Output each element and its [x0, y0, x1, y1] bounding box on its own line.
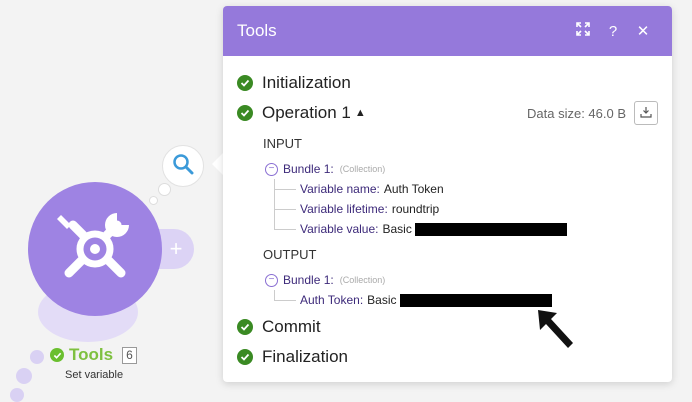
item-key: Variable value: — [300, 222, 379, 236]
item-value: Basic — [367, 293, 397, 307]
bundle-type: (Collection) — [339, 164, 386, 174]
module-name: Tools — [69, 345, 114, 364]
list-item: Variable lifetime: roundtrip — [274, 199, 658, 219]
help-icon: ? — [608, 22, 618, 40]
tools-icon — [47, 199, 143, 300]
expand-icon — [576, 22, 590, 40]
operation-label: Finalization — [262, 347, 348, 366]
operation-1[interactable]: Operation 1 ▲ Data size: 46.0 B — [237, 98, 658, 128]
execution-inspector-panel: Tools ? ✕ Initialization Operation 1 ▲ D… — [223, 6, 672, 382]
collapse-icon[interactable]: − — [265, 273, 278, 287]
item-value: Auth Token — [383, 182, 444, 196]
bundle-type: (Collection) — [339, 275, 386, 285]
close-icon: ✕ — [636, 23, 650, 40]
item-value: Basic — [382, 222, 412, 236]
list-item: Variable value: Basic — [274, 219, 658, 239]
item-key: Auth Token: — [300, 293, 364, 307]
operation-label: Commit — [262, 317, 321, 336]
check-icon — [237, 105, 253, 121]
bundle-items: Variable name: Auth Token Variable lifet… — [274, 179, 658, 239]
list-item: Auth Token: Basic — [274, 290, 658, 310]
module-subtitle: Set variable — [65, 369, 124, 381]
module-id-badge: 6 — [122, 346, 137, 364]
input-section-title: INPUT — [263, 136, 302, 151]
check-icon — [237, 319, 253, 335]
operation-initialization[interactable]: Initialization — [237, 68, 658, 98]
check-icon — [237, 75, 253, 91]
inspect-bubble[interactable] — [162, 145, 204, 187]
connector-dot — [16, 368, 32, 384]
bundle-header[interactable]: − Bundle 1: (Collection) — [265, 159, 658, 179]
input-bundle: − Bundle 1: (Collection) Variable name: … — [265, 159, 658, 239]
item-key: Variable lifetime: — [300, 202, 388, 216]
bundle-label: Bundle 1: — [283, 273, 334, 287]
connector-dot — [10, 388, 24, 402]
panel-body: Initialization Operation 1 ▲ Data size: … — [223, 56, 672, 372]
tools-module[interactable] — [28, 182, 162, 316]
expand-button[interactable] — [568, 16, 598, 46]
connector-dot — [30, 350, 44, 364]
redaction-bar — [399, 293, 552, 307]
download-button[interactable] — [634, 101, 658, 125]
list-item: Variable name: Auth Token — [274, 179, 658, 199]
bubble-dot — [149, 196, 158, 205]
output-bundle: − Bundle 1: (Collection) Auth Token: Bas… — [265, 270, 658, 310]
module-label: Tools 6 — [50, 345, 137, 365]
download-icon — [640, 103, 652, 123]
close-button[interactable]: ✕ — [628, 16, 658, 46]
item-value: roundtrip — [391, 202, 440, 216]
bundle-items: Auth Token: Basic — [274, 290, 658, 310]
operation-label: Initialization — [262, 73, 351, 92]
panel-title: Tools — [237, 21, 277, 40]
panel-header: Tools ? ✕ — [223, 6, 672, 56]
operation-commit[interactable]: Commit — [237, 312, 658, 342]
bundle-header[interactable]: − Bundle 1: (Collection) — [265, 270, 658, 290]
caret-up-icon[interactable]: ▲ — [355, 107, 366, 119]
check-icon — [237, 349, 253, 365]
bundle-label: Bundle 1: — [283, 162, 334, 176]
redaction-bar — [414, 222, 567, 236]
output-section-title: OUTPUT — [263, 247, 317, 262]
collapse-icon[interactable]: − — [265, 162, 278, 176]
pointer-arrow-icon — [536, 308, 576, 357]
operation-label: Operation 1 — [262, 103, 351, 122]
data-size: Data size: 46.0 B — [527, 105, 626, 121]
check-icon — [50, 348, 64, 362]
search-icon — [172, 153, 194, 180]
operation-finalization[interactable]: Finalization — [237, 342, 658, 372]
help-button[interactable]: ? — [598, 16, 628, 46]
item-key: Variable name: — [300, 182, 380, 196]
bubble-dot — [158, 183, 171, 196]
add-module-button[interactable]: + — [158, 229, 194, 269]
